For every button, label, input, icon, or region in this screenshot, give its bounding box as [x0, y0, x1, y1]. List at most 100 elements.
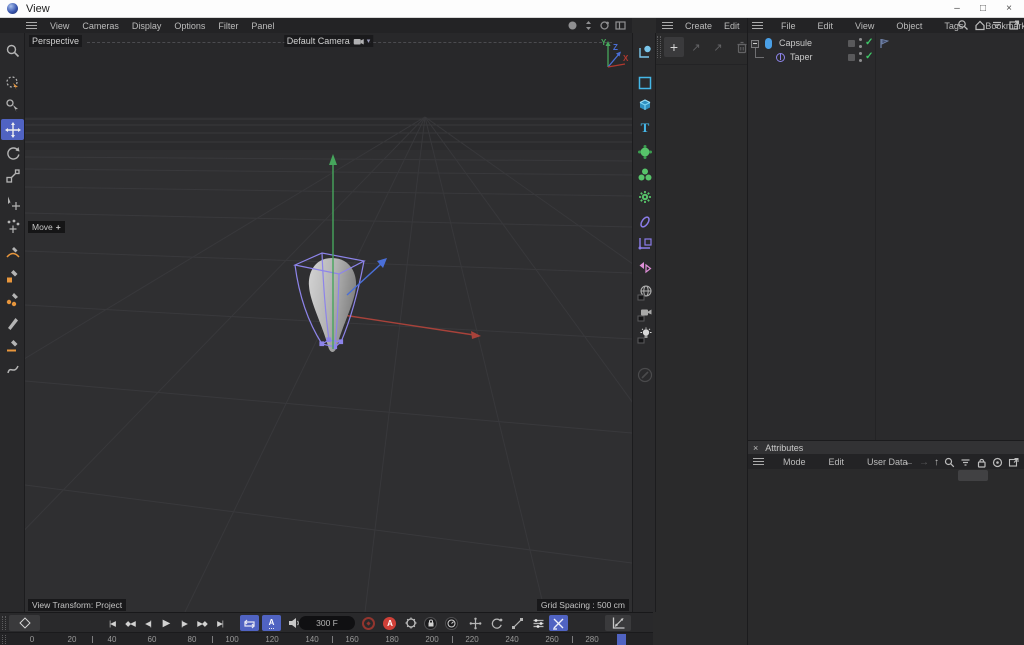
maximize-button[interactable]: □ — [977, 3, 989, 14]
minimize-button[interactable]: – — [951, 3, 963, 14]
keyframe-settings-button[interactable] — [402, 615, 419, 631]
record-keyframe-button[interactable] — [360, 615, 377, 631]
pen-line-button[interactable] — [1, 335, 24, 356]
menu-filter[interactable]: Filter — [218, 21, 238, 31]
goto-end-button[interactable]: ▶| — [211, 615, 229, 631]
toolbar-grip[interactable] — [657, 36, 661, 58]
open-timeline-button[interactable] — [605, 615, 631, 631]
menu-edit-om[interactable]: Edit — [818, 21, 834, 31]
attributes-close-icon[interactable]: × — [753, 443, 758, 453]
menu-create[interactable]: Create — [685, 21, 712, 31]
phong-tag-icon[interactable] — [879, 38, 890, 49]
viewport-menu-icon[interactable] — [26, 22, 37, 29]
symmetry-button[interactable] — [636, 257, 654, 277]
spline-square-button[interactable] — [1, 265, 24, 286]
next-frame-button[interactable]: |▶ — [175, 615, 193, 631]
sketch-tool-button[interactable] — [1, 358, 24, 379]
spline-points-button[interactable] — [1, 288, 24, 309]
menu-object[interactable]: Object — [896, 21, 922, 31]
attr-lock-icon[interactable] — [976, 457, 987, 468]
play-mode-button[interactable]: A — [262, 615, 281, 631]
camera-label[interactable]: Default Camera ▾ — [284, 35, 374, 47]
scale-tool-button[interactable] — [1, 165, 24, 186]
goto-start-button[interactable]: |◀ — [103, 615, 121, 631]
menu-file[interactable]: File — [781, 21, 796, 31]
brush-tool-button[interactable] — [1, 312, 24, 333]
spline-smooth-button[interactable] — [1, 242, 24, 263]
attributes-menu-icon[interactable] — [753, 458, 764, 465]
keyframe-diamond-button[interactable] — [9, 615, 40, 631]
mograph-text-button[interactable]: T — [636, 117, 654, 137]
om-filter-icon[interactable] — [991, 19, 1003, 31]
enable-check-icon[interactable]: ✓ — [865, 51, 873, 62]
previous-frame-button[interactable]: ◀| — [139, 615, 157, 631]
attr-new-window-icon[interactable] — [1008, 457, 1019, 468]
object-row-capsule[interactable]: Capsule ✓ — [748, 37, 1024, 51]
menu-mode[interactable]: Mode — [783, 457, 806, 467]
play-button[interactable]: ▶ — [157, 615, 175, 631]
annotate-pencil-button[interactable] — [636, 365, 654, 385]
record-position-toggle[interactable] — [466, 615, 484, 631]
menu-cameras[interactable]: Cameras — [82, 21, 119, 31]
array-generator-button[interactable] — [636, 165, 654, 185]
spline-primitive-button[interactable] — [636, 73, 654, 93]
om-home-icon[interactable] — [974, 19, 986, 31]
attr-search-icon[interactable] — [944, 457, 955, 468]
enable-check-icon[interactable]: ✓ — [865, 37, 873, 48]
tweak-tool-button[interactable] — [1, 95, 24, 116]
keyframe-lock-button[interactable] — [422, 615, 439, 631]
menu-edit-attr[interactable]: Edit — [829, 457, 845, 467]
move-tool-button[interactable] — [1, 119, 24, 140]
menu-display[interactable]: Display — [132, 21, 162, 31]
menu-user-data[interactable]: User Data — [867, 457, 908, 467]
select-move-button[interactable] — [1, 192, 24, 213]
object-name[interactable]: Taper — [790, 52, 813, 62]
end-frame-field[interactable]: 300 F — [299, 616, 355, 630]
add-light-button[interactable] — [636, 325, 654, 345]
timeline-ruler[interactable]: 0 20 40 60 80 100 120 140 160 180 200 22… — [0, 632, 653, 645]
visibility-dots-toggle[interactable] — [859, 38, 862, 50]
toggle-panels-icon[interactable] — [614, 19, 626, 31]
attr-filter-icon[interactable] — [960, 457, 971, 468]
history-back-icon[interactable]: ← — [904, 457, 914, 468]
pan-view-icon[interactable] — [566, 19, 578, 31]
zoom-tool-button[interactable] — [1, 40, 24, 61]
range-end-marker[interactable] — [617, 634, 626, 645]
next-key-button[interactable]: ▶◆ — [193, 615, 211, 631]
points-move-button[interactable] — [1, 215, 24, 236]
pick-arrow-button[interactable]: ↗ — [708, 37, 728, 57]
primitive-cube-button[interactable] — [636, 95, 654, 115]
om-search-icon[interactable] — [957, 19, 969, 31]
timeline-grip[interactable] — [2, 616, 6, 630]
environment-button[interactable] — [636, 282, 654, 302]
menu-panel[interactable]: Panel — [251, 21, 274, 31]
rotate-tool-button[interactable] — [1, 142, 24, 163]
spline-pen-tool-button[interactable] — [636, 42, 654, 62]
close-button[interactable]: × — [1003, 3, 1015, 14]
subdivision-surface-button[interactable] — [636, 142, 654, 162]
record-scale-toggle[interactable] — [508, 615, 526, 631]
loop-playback-button[interactable] — [240, 615, 259, 631]
add-camera-button[interactable] — [636, 303, 654, 323]
menu-options[interactable]: Options — [174, 21, 205, 31]
om-new-window-icon[interactable] — [1008, 19, 1020, 31]
add-object-button[interactable]: + — [664, 37, 684, 57]
object-manager-menu-icon[interactable] — [752, 22, 763, 29]
generator-gear-button[interactable] — [636, 187, 654, 207]
create-menu-icon[interactable] — [662, 22, 673, 29]
menu-view-om[interactable]: View — [855, 21, 874, 31]
autokey-button[interactable]: A — [381, 615, 398, 631]
viewport-canvas[interactable] — [25, 33, 632, 612]
attributes-scroll-thumb[interactable] — [958, 470, 988, 481]
parent-up-icon[interactable]: ↑ — [934, 457, 939, 468]
record-pla-toggle[interactable] — [549, 615, 568, 631]
instance-axis-button[interactable] — [636, 233, 654, 253]
record-rotation-toggle[interactable] — [487, 615, 505, 631]
previous-key-button[interactable]: ◆◀ — [121, 615, 139, 631]
history-forward-icon[interactable]: → — [919, 457, 929, 468]
menu-edit[interactable]: Edit — [724, 21, 740, 31]
promote-arrow-button[interactable]: ↗ — [686, 37, 706, 57]
deformer-button[interactable] — [636, 212, 654, 232]
object-name[interactable]: Capsule — [779, 38, 812, 48]
ruler-grip[interactable] — [2, 635, 6, 644]
